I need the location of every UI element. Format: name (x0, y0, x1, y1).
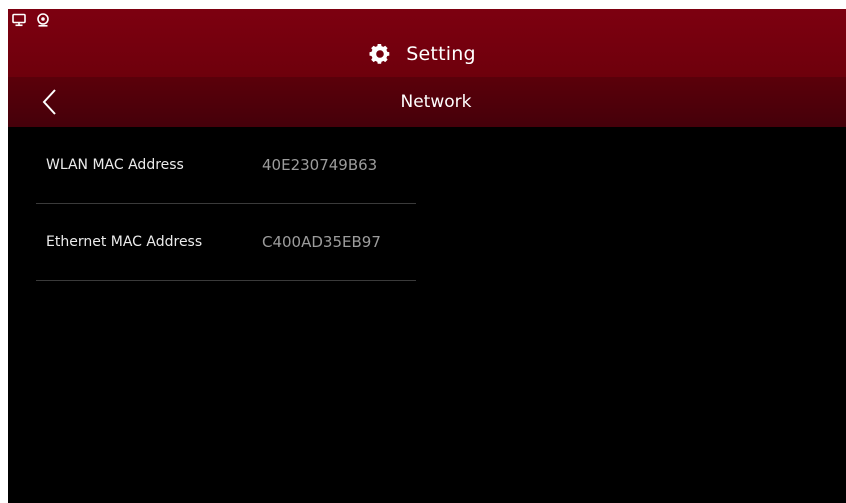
gear-icon (369, 44, 390, 64)
list-item-wlan-mac: WLAN MAC Address 40E230749B63 (36, 127, 416, 204)
status-icons (12, 13, 50, 27)
settings-screen: Setting Network WLAN MAC Address 40E2307… (8, 9, 846, 503)
header-title-group: Setting (8, 42, 846, 66)
webcam-icon (37, 13, 49, 27)
subheader-bar: Network (8, 77, 846, 127)
page-title: Setting (406, 43, 476, 65)
ethernet-mac-value: C400AD35EB97 (262, 233, 381, 251)
wlan-mac-label: WLAN MAC Address (46, 157, 184, 173)
ethernet-mac-label: Ethernet MAC Address (46, 234, 203, 250)
network-info-list: WLAN MAC Address 40E230749B63 Ethernet M… (36, 127, 416, 281)
list-item-ethernet-mac: Ethernet MAC Address C400AD35EB97 (36, 204, 416, 281)
wlan-mac-value: 40E230749B63 (262, 156, 378, 174)
header-bar: Setting (8, 9, 846, 77)
section-title: Network (400, 92, 472, 112)
monitor-icon (12, 13, 26, 27)
